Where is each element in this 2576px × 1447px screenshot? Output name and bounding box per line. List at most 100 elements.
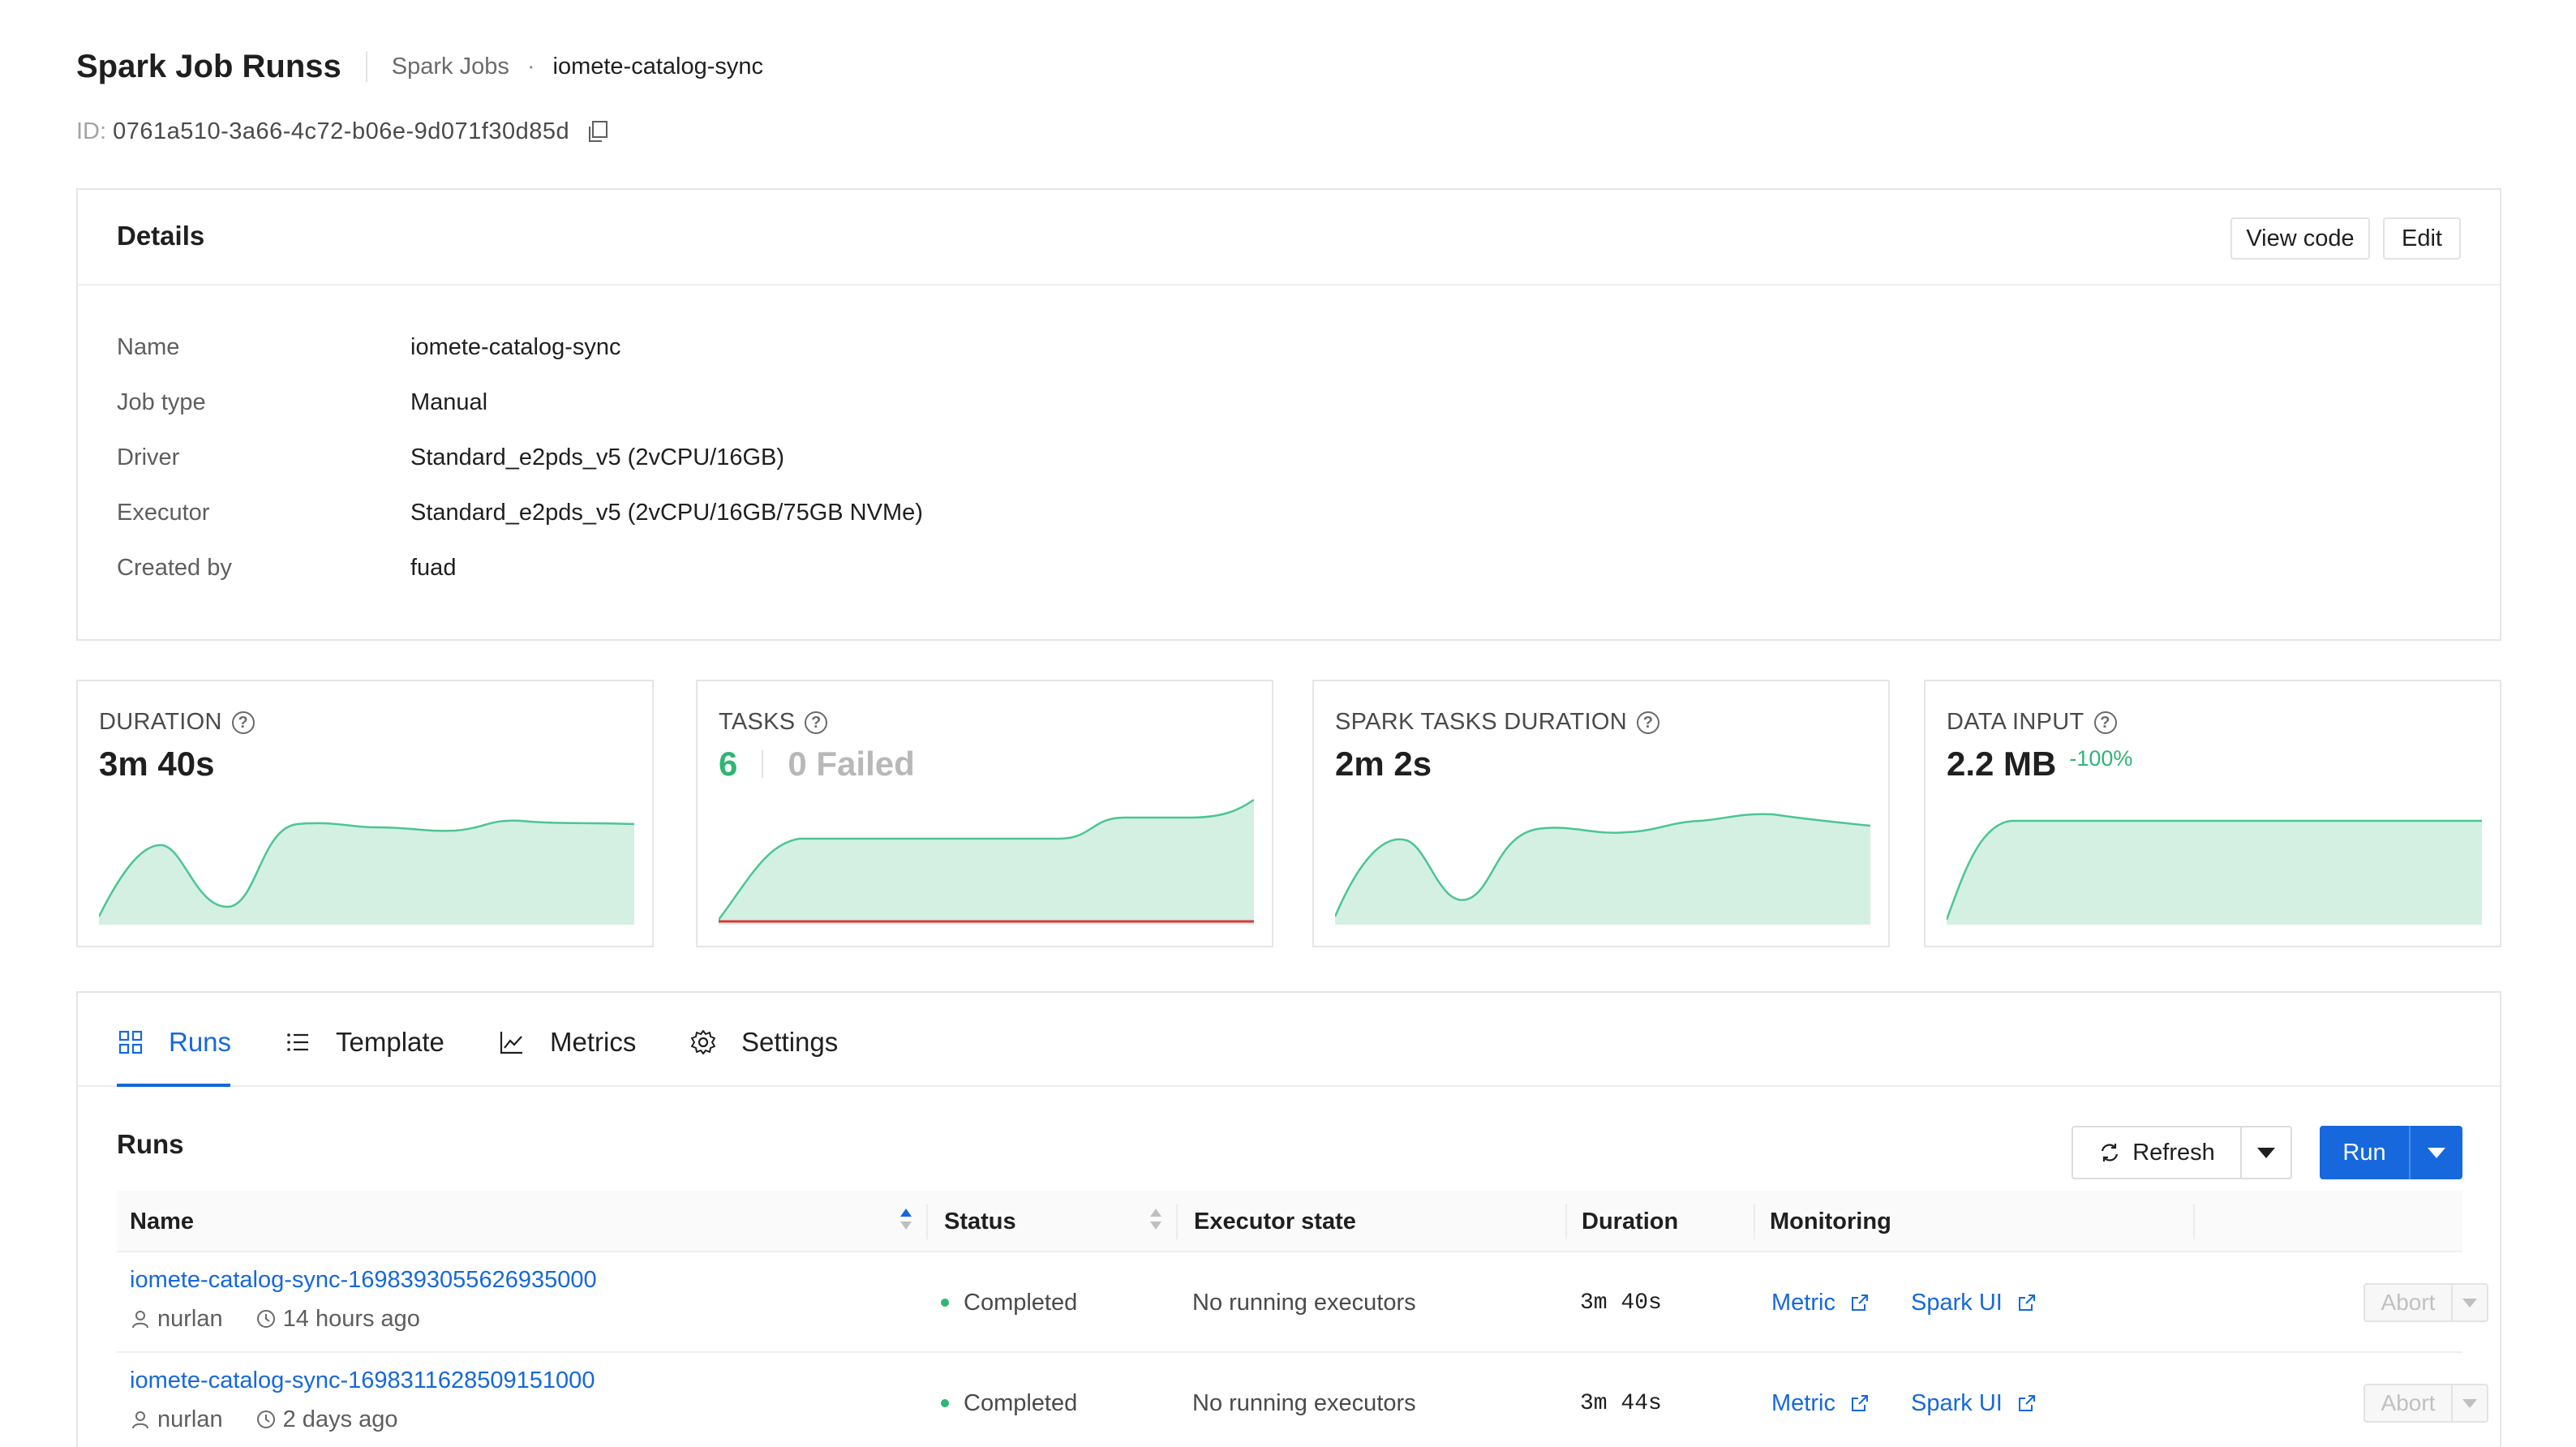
status-text: Completed	[964, 1289, 1078, 1316]
tab-label: Settings	[741, 1027, 839, 1057]
job-id-row: ID: 0761a510-3a66-4c72-b06e-9d071f30d85d	[76, 115, 610, 148]
run-name-link[interactable]: iomete-catalog-sync-1698311628509151000	[130, 1368, 595, 1394]
stat-delta: -100%	[2069, 746, 2133, 771]
detail-value: Manual	[410, 389, 488, 415]
runs-table-header: Name Status Executor state Duration Moni…	[117, 1191, 2462, 1252]
external-link-icon	[1851, 1395, 1868, 1411]
tab-template[interactable]: Template	[284, 1022, 444, 1063]
help-icon[interactable]: ?	[1636, 711, 1659, 734]
user-icon	[130, 1409, 151, 1430]
stat-value-text: 3m 40s	[99, 745, 215, 783]
metric-link-label: Metric	[1771, 1389, 1835, 1416]
clock-icon	[255, 1308, 277, 1329]
metric-link[interactable]: Metric	[1771, 1286, 1870, 1319]
view-code-button[interactable]: View code	[2230, 217, 2370, 260]
column-divider	[2193, 1204, 2195, 1239]
stat-card-data-input: DATA INPUT ? 2.2 MB -100%	[1924, 680, 2501, 947]
page: Spark Job Runss Spark Jobs · iomete-cata…	[0, 0, 2576, 1447]
refresh-label: Refresh	[2132, 1139, 2215, 1166]
runs-panel: Runs Template Metrics Settings Runs Refr…	[76, 991, 2501, 1447]
run-button[interactable]: Run	[2320, 1126, 2411, 1179]
tab-metrics[interactable]: Metrics	[498, 1022, 636, 1063]
refresh-dropdown-button[interactable]	[2242, 1127, 2290, 1178]
run-duration: 3m 44s	[1580, 1390, 1662, 1416]
caret-down-icon	[2428, 1147, 2445, 1158]
column-header-status[interactable]: Status	[944, 1191, 1016, 1252]
edit-button[interactable]: Edit	[2383, 217, 2461, 260]
detail-label: Executor	[117, 499, 210, 526]
run-meta: nurlan 14 hours ago	[130, 1304, 420, 1333]
tab-label: Metrics	[550, 1027, 637, 1057]
run-name-link[interactable]: iomete-catalog-sync-1698393055626935000	[130, 1267, 597, 1294]
external-link-icon	[2018, 1295, 2035, 1311]
tab-runs[interactable]: Runs	[117, 1022, 231, 1063]
metric-link-label: Metric	[1771, 1289, 1835, 1316]
detail-row-created-by: Created by fuad	[117, 552, 456, 584]
detail-value: Standard_e2pds_v5 (2vCPU/16GB)	[410, 444, 785, 470]
sort-icon[interactable]	[1150, 1209, 1161, 1233]
run-meta: nurlan 2 days ago	[130, 1405, 398, 1434]
user-icon	[130, 1308, 151, 1329]
stat-card-tasks: TASKS ? 6 0 Failed	[696, 680, 1273, 947]
clock-icon	[255, 1409, 277, 1430]
help-icon[interactable]: ?	[805, 711, 828, 734]
stat-value: 2m 2s	[1335, 745, 1432, 784]
stat-value-text: 2m 2s	[1335, 745, 1432, 783]
abort-dropdown-button[interactable]	[2453, 1385, 2487, 1421]
run-duration: 3m 40s	[1580, 1290, 1662, 1316]
refresh-button[interactable]: Refresh	[2073, 1127, 2242, 1178]
details-header: Details View code Edit	[78, 190, 2500, 286]
line-chart-icon	[498, 1028, 526, 1056]
detail-value: fuad	[410, 554, 457, 581]
breadcrumb-separator: ·	[526, 53, 535, 79]
stat-label: DATA INPUT ?	[1947, 709, 2117, 736]
status-badge: Completed	[941, 1387, 1077, 1419]
tasks-failed-count: 0 Failed	[762, 747, 915, 781]
detail-value: iomete-catalog-sync	[410, 333, 621, 360]
table-row: iomete-catalog-sync-1698393055626935000 …	[117, 1254, 2488, 1353]
abort-button[interactable]: Abort	[2365, 1385, 2453, 1421]
column-divider	[1565, 1204, 1567, 1239]
executor-state: No running executors	[1192, 1289, 1416, 1316]
stat-label-text: SPARK TASKS DURATION	[1335, 709, 1627, 735]
copy-icon[interactable]	[586, 119, 610, 144]
column-divider	[926, 1204, 928, 1239]
spark-ui-link[interactable]: Spark UI	[1911, 1286, 2037, 1319]
stat-label: TASKS ?	[719, 709, 828, 736]
spark-ui-link-label: Spark UI	[1911, 1289, 2003, 1316]
run-dropdown-button[interactable]	[2411, 1126, 2462, 1179]
column-header-executor-state: Executor state	[1194, 1208, 1356, 1234]
details-card: Details View code Edit Name iomete-catal…	[76, 188, 2501, 641]
spark-ui-link[interactable]: Spark UI	[1911, 1387, 2037, 1419]
sort-icon[interactable]	[900, 1209, 912, 1233]
breadcrumb-spark-jobs[interactable]: Spark Jobs	[392, 54, 509, 80]
tab-label: Runs	[169, 1027, 232, 1057]
detail-row-executor: Executor Standard_e2pds_v5 (2vCPU/16GB/7…	[117, 496, 923, 529]
metric-link[interactable]: Metric	[1771, 1387, 1870, 1419]
runs-title: Runs	[117, 1129, 184, 1159]
duration-sparkline	[99, 819, 634, 925]
detail-label: Created by	[117, 554, 232, 581]
help-icon[interactable]: ?	[2093, 711, 2117, 734]
help-icon[interactable]: ?	[231, 711, 255, 734]
tab-label: Template	[336, 1027, 444, 1057]
gear-icon	[689, 1028, 717, 1056]
detail-value: Standard_e2pds_v5 (2vCPU/16GB/75GB NVMe)	[410, 499, 923, 526]
page-title: Spark Job Runss	[76, 48, 341, 84]
stat-label-text: DURATION	[99, 709, 222, 735]
stat-card-spark-tasks-duration: SPARK TASKS DURATION ? 2m 2s	[1312, 680, 1890, 947]
column-header-monitoring: Monitoring	[1770, 1208, 1891, 1234]
page-header: Spark Job Runss Spark Jobs · iomete-cata…	[76, 45, 763, 88]
stat-value: 3m 40s	[99, 745, 214, 784]
column-header-name[interactable]: Name	[130, 1191, 194, 1252]
stat-value-text: 2.2 MB	[1947, 745, 2057, 783]
data-input-sparkline	[1947, 819, 2482, 925]
run-time: 14 hours ago	[282, 1305, 420, 1332]
abort-button[interactable]: Abort	[2365, 1285, 2453, 1320]
id-label: ID:	[76, 118, 107, 144]
tab-settings[interactable]: Settings	[689, 1022, 838, 1063]
tab-bar: Runs Template Metrics Settings	[78, 993, 2500, 1087]
abort-dropdown-button[interactable]	[2453, 1285, 2487, 1320]
stat-value: 6 0 Failed	[719, 745, 915, 784]
column-divider	[1754, 1204, 1755, 1239]
